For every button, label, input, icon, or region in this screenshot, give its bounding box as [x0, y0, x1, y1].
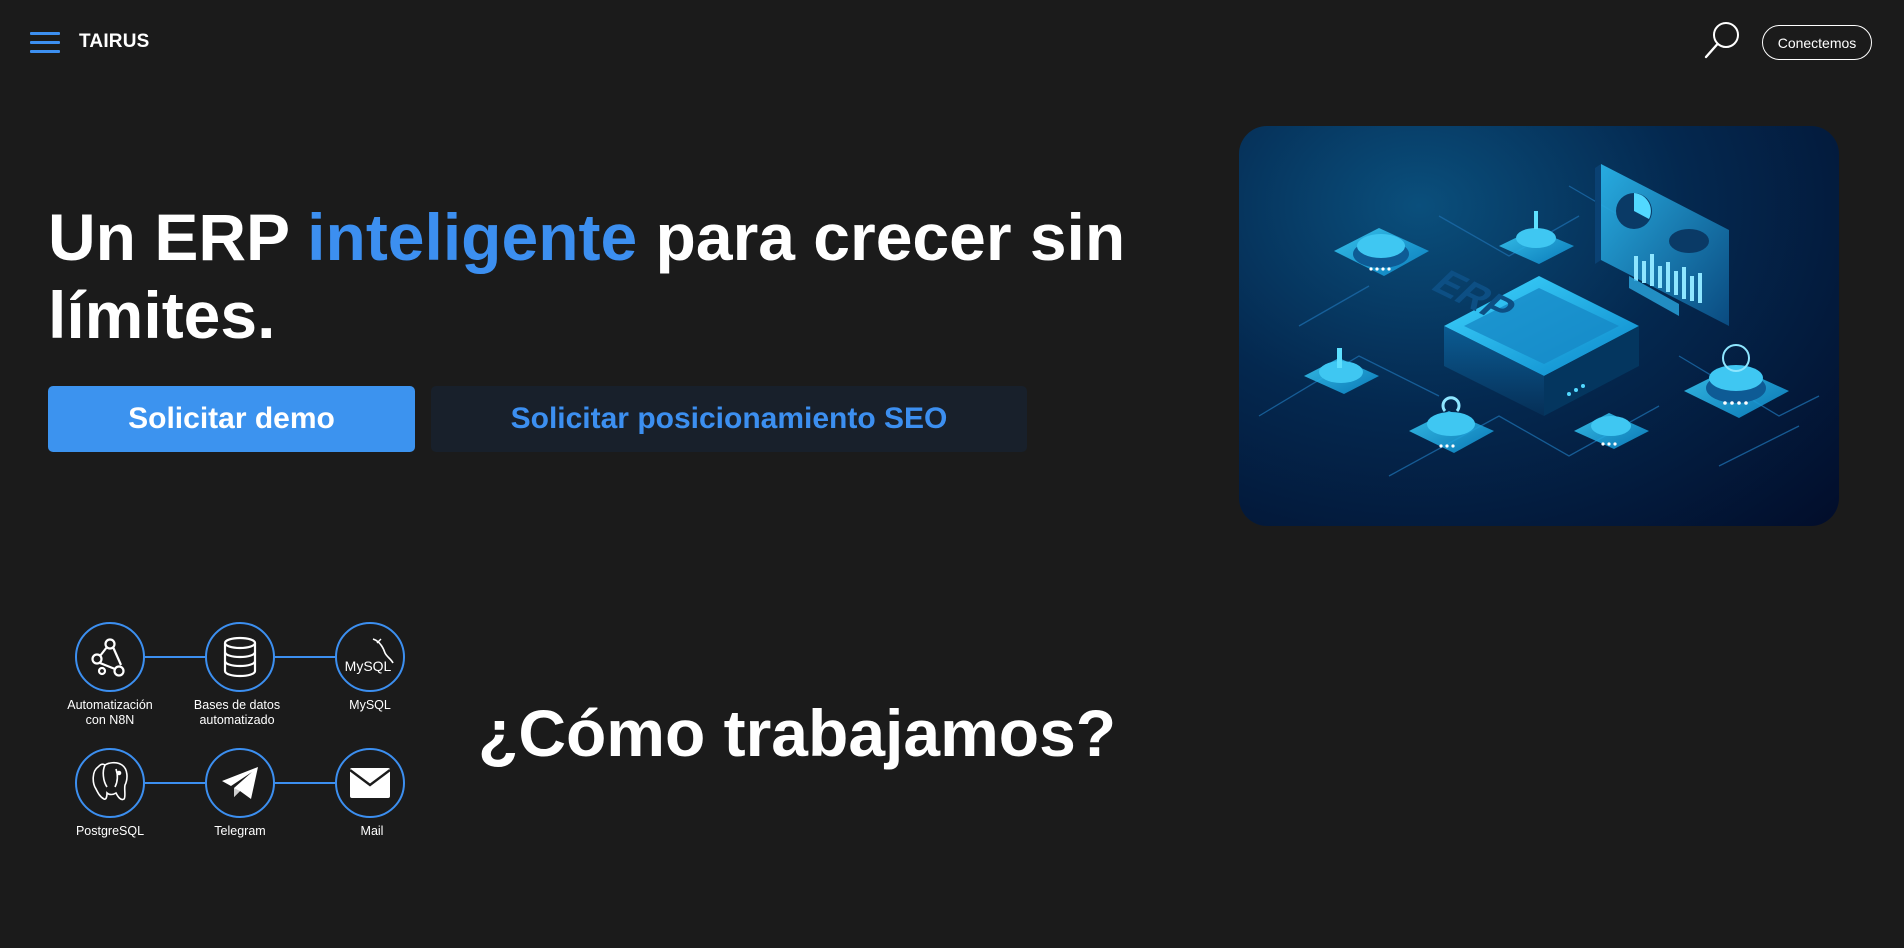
connector-line	[145, 656, 205, 658]
postgresql-elephant-icon	[75, 748, 145, 818]
search-icon[interactable]	[1704, 20, 1742, 60]
integration-label: Telegram	[214, 824, 266, 838]
integration-label: Mail	[360, 824, 384, 838]
connect-button[interactable]: Conectemos	[1762, 25, 1872, 60]
mysql-logo-icon: MySQL	[335, 622, 405, 692]
mysql-logo-text: MySQL	[345, 658, 392, 674]
integrations-diagram: Automatización con N8N Bases de datos au…	[50, 615, 430, 855]
request-demo-button[interactable]: Solicitar demo	[48, 386, 415, 452]
connector-line	[145, 782, 205, 784]
how-we-work-title: ¿Cómo trabajamos?	[478, 696, 1117, 770]
database-icon	[205, 622, 275, 692]
hero-title: Un ERP inteligente para crecer sin límit…	[48, 198, 1168, 354]
integration-label: Bases de datos automatizado	[193, 698, 281, 727]
site-header: TAIRUS Conectemos	[0, 0, 1904, 84]
erp-isometric-illustration: ERP	[1239, 126, 1839, 526]
integration-label: PostgreSQL	[75, 824, 145, 838]
hero-title-accent: inteligente	[307, 200, 638, 274]
integration-label: Automatización con N8N	[67, 698, 153, 727]
telegram-plane-icon	[205, 748, 275, 818]
brand-logo[interactable]: TAIRUS	[79, 31, 150, 53]
hero-title-part1: Un ERP	[48, 200, 308, 274]
workflow-nodes-icon	[75, 622, 145, 692]
mail-envelope-icon	[335, 748, 405, 818]
hamburger-menu-icon[interactable]	[30, 30, 62, 54]
connector-line	[275, 656, 335, 658]
integration-label: MySQL	[349, 698, 391, 712]
connector-line	[275, 782, 335, 784]
request-seo-button[interactable]: Solicitar posicionamiento SEO	[431, 386, 1027, 452]
